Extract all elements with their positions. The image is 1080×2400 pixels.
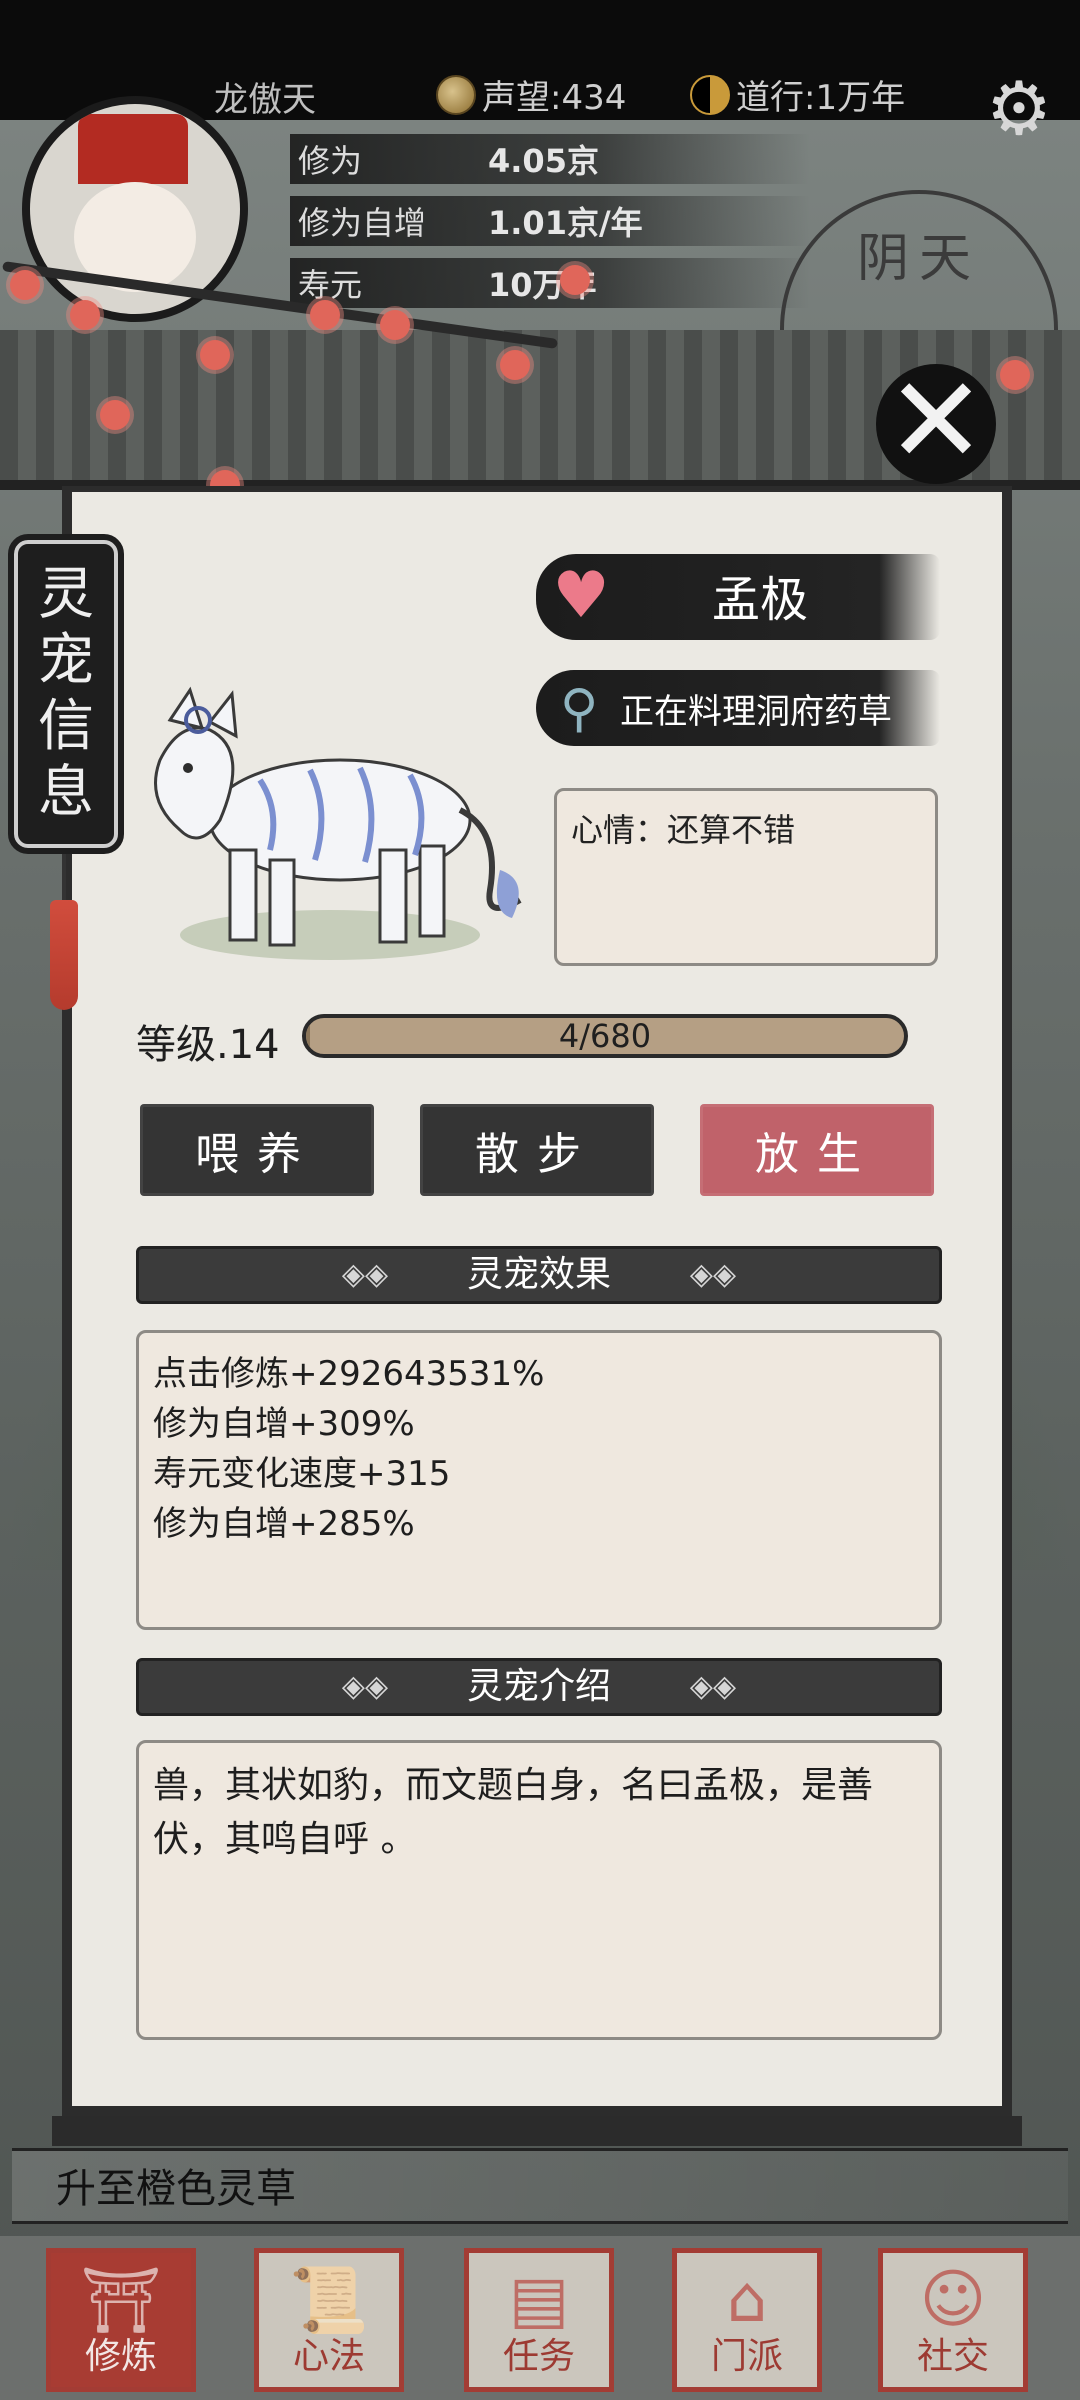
tassel-string	[62, 850, 66, 904]
nav-social[interactable]: ☺ 社交	[878, 2248, 1028, 2392]
settings-gear-icon[interactable]: ⚙	[980, 70, 1058, 148]
section-title: 灵宠介绍	[466, 1666, 611, 1707]
pet-mood-box: 心情：还算不错	[554, 788, 938, 966]
plum-blossom	[310, 300, 340, 330]
pavilion-icon: ⌂	[726, 2263, 768, 2337]
people-icon: ☺	[919, 2263, 987, 2337]
nav-label: 心法	[292, 2336, 365, 2377]
walk-button[interactable]: 散步	[420, 1104, 654, 1196]
section-title: 灵宠效果	[466, 1254, 611, 1295]
feed-button[interactable]: 喂养	[140, 1104, 374, 1196]
close-button[interactable]: ✕	[876, 362, 996, 484]
pet-tiger-illustration	[154, 686, 522, 947]
location-pin-icon: ⚲	[559, 679, 599, 739]
stat-label: 修为	[298, 142, 363, 180]
dao-value: 道行:1万年	[736, 78, 906, 118]
nav-label: 门派	[710, 2336, 783, 2377]
plum-blossom	[560, 265, 590, 295]
stat-label: 修为自增	[298, 204, 427, 242]
xp-progress-text: 4/680	[558, 1017, 652, 1055]
side-tag-char: 宠	[38, 628, 94, 693]
ornament-left-icon: ◈◈	[341, 1669, 389, 1704]
xp-progress-bar: 4/680	[302, 1014, 908, 1058]
stat-value: 1.01京/年	[488, 204, 643, 242]
notice-text: 升至橙色灵草	[56, 2166, 296, 2212]
pet-location: 正在料理洞府药草	[620, 692, 892, 732]
nav-sect[interactable]: ⌂ 门派	[672, 2248, 822, 2392]
pet-effects-header: ◈◈ 灵宠效果 ◈◈	[136, 1246, 942, 1304]
plum-blossom	[70, 300, 100, 330]
avatar-hat	[78, 114, 188, 184]
taiji-icon	[690, 74, 730, 115]
nav-label: 任务	[502, 2336, 575, 2377]
stat-cultivation: 修为 4.05京	[290, 134, 810, 184]
pet-intro-box: 兽，其状如豹，而文题白身，名曰孟极，是善伏，其鸣自呼 。	[136, 1740, 942, 2040]
heart-icon: ♥	[552, 559, 610, 633]
ornament-left-icon: ◈◈	[341, 1257, 389, 1292]
book-icon: ▤	[508, 2263, 570, 2337]
side-tag-char: 灵	[38, 562, 94, 627]
effect-line: 修为自增+309%	[153, 1404, 415, 1444]
bottom-navigation: ⛩ 修炼 📜 心法 ▤ 任务 ⌂ 门派 ☺ 社交	[0, 2236, 1080, 2400]
tassel-decoration	[50, 900, 78, 1010]
effect-line: 修为自增+285%	[153, 1504, 415, 1544]
player-name: 龙傲天	[214, 80, 316, 120]
stat-value: 4.05京	[488, 142, 599, 180]
nav-label: 社交	[916, 2336, 989, 2377]
effect-line: 点击修炼+292643531%	[153, 1354, 545, 1394]
pet-intro-header: ◈◈ 灵宠介绍 ◈◈	[136, 1658, 942, 1716]
plum-blossom	[10, 270, 40, 300]
prestige-value: 声望:434	[482, 78, 627, 118]
plum-blossom	[500, 350, 530, 380]
ornament-right-icon: ◈◈	[689, 1669, 737, 1704]
stat-auto-gain: 修为自增 1.01京/年	[290, 196, 810, 246]
plum-blossom	[1000, 360, 1030, 390]
stat-lifespan: 寿元 10万年	[290, 258, 810, 308]
effect-line: 寿元变化速度+315	[153, 1454, 451, 1494]
side-tag-char: 信	[38, 694, 94, 759]
plum-blossom	[380, 310, 410, 340]
coin-icon	[436, 74, 476, 115]
plum-blossom	[100, 400, 130, 430]
side-tag-char: 息	[38, 760, 94, 825]
pet-mood: 心情：还算不错	[571, 811, 796, 849]
notice-bar[interactable]: 升至橙色灵草	[12, 2148, 1068, 2224]
ornament-right-icon: ◈◈	[689, 1257, 737, 1292]
pet-effects-box: 点击修炼+292643531% 修为自增+309% 寿元变化速度+315 修为自…	[136, 1330, 942, 1630]
nav-technique[interactable]: 📜 心法	[254, 2248, 404, 2392]
dao-display: 道行:1万年	[690, 70, 905, 119]
release-button[interactable]: 放生	[700, 1104, 934, 1196]
pet-name: 孟极	[711, 572, 808, 628]
nav-label: 修炼	[84, 2336, 157, 2377]
stat-label: 寿元	[298, 266, 363, 304]
plum-blossom	[200, 340, 230, 370]
nav-cultivate[interactable]: ⛩ 修炼	[46, 2248, 196, 2392]
prestige-display: 声望:434	[436, 70, 626, 119]
pet-level: 等级.14	[136, 1022, 280, 1068]
nav-tasks[interactable]: ▤ 任务	[464, 2248, 614, 2392]
pet-intro-text: 兽，其状如豹，而文题白身，名曰孟极，是善伏，其鸣自呼 。	[153, 1765, 874, 1860]
pet-info-side-tag: 灵 宠 信 息	[8, 534, 124, 854]
